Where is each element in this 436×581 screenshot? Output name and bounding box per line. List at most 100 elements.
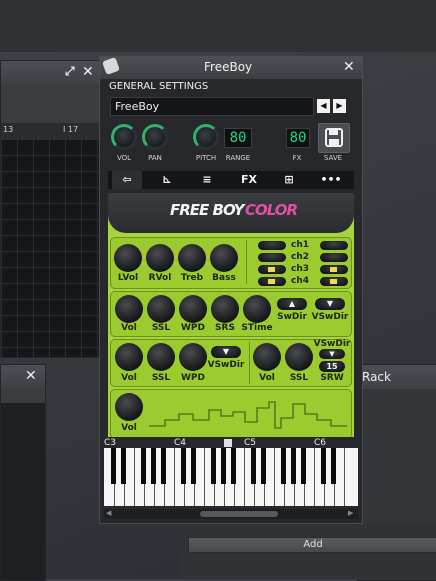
freeboy-titlebar[interactable]: FreeBoy ✕ xyxy=(100,57,362,79)
bass-knob[interactable] xyxy=(210,244,238,272)
sq2-vol-knob[interactable] xyxy=(115,343,143,371)
black-key[interactable] xyxy=(211,448,216,484)
channel-divider xyxy=(246,240,247,284)
black-key[interactable] xyxy=(111,448,116,484)
black-key[interactable] xyxy=(161,448,166,484)
black-key[interactable] xyxy=(121,448,126,484)
white-key-divider xyxy=(134,448,135,506)
black-key[interactable] xyxy=(251,448,256,484)
scrollbar-thumb[interactable] xyxy=(200,511,278,517)
ch4-right-toggle[interactable] xyxy=(320,277,348,286)
close-icon[interactable]: ✕ xyxy=(25,368,37,384)
black-key[interactable] xyxy=(191,448,196,484)
srw-label: SRW xyxy=(320,373,344,383)
sq2-vswdir-label: VSwDir xyxy=(207,360,245,370)
sq2-vswdir-toggle[interactable]: ▼ xyxy=(211,346,241,358)
black-key[interactable] xyxy=(221,448,226,484)
vol-knob[interactable] xyxy=(111,124,137,150)
black-key[interactable] xyxy=(331,448,336,484)
fx-label: FX xyxy=(292,154,302,162)
vswdir-label: VSwDir xyxy=(311,312,349,322)
ch3-left-toggle[interactable] xyxy=(258,265,286,274)
sq1-stime-knob[interactable] xyxy=(243,295,271,323)
black-key[interactable] xyxy=(141,448,146,484)
sq1-vol-knob[interactable] xyxy=(115,295,143,323)
sq2-wpd-label: WPD xyxy=(181,373,205,383)
tab-filter[interactable]: ⊾ xyxy=(152,171,182,189)
save-button[interactable] xyxy=(318,123,350,153)
ruler-mark-17: I 17 xyxy=(63,125,79,134)
prev-preset-button[interactable]: ◀ xyxy=(317,99,330,113)
sq1-ssl-knob[interactable] xyxy=(147,295,175,323)
black-key[interactable] xyxy=(291,448,296,484)
noise-vol-knob[interactable] xyxy=(115,393,143,421)
note-c5: C5 xyxy=(244,438,257,448)
tab-misc[interactable]: ••• xyxy=(316,171,346,189)
sq1-vol-label: Vol xyxy=(121,323,137,333)
base-note-marker[interactable] xyxy=(224,439,232,447)
ch2-left-toggle[interactable] xyxy=(258,253,286,262)
lvol-knob[interactable] xyxy=(114,244,142,272)
lower-left-titlebar[interactable] xyxy=(1,365,45,389)
maximize-icon[interactable]: ⤢ xyxy=(65,64,75,79)
pitch-knob[interactable] xyxy=(193,124,219,150)
wave-graph[interactable] xyxy=(149,392,347,434)
preset-field[interactable]: FreeBoy xyxy=(110,97,314,116)
song-editor-window[interactable]: ⤢ ✕ 13 I 17 xyxy=(0,60,101,358)
black-key[interactable] xyxy=(181,448,186,484)
black-key[interactable] xyxy=(321,448,326,484)
tab-envelope[interactable]: ⇦ xyxy=(112,171,142,189)
scroll-right-icon[interactable]: ▶ xyxy=(348,509,353,517)
sq2-ssl-knob[interactable] xyxy=(147,343,175,371)
tab-arpeggio[interactable]: ≡ xyxy=(192,171,222,189)
ch3-right-toggle[interactable] xyxy=(320,265,348,274)
ch2-right-toggle[interactable] xyxy=(320,253,348,262)
lower-left-window[interactable]: ✕ xyxy=(0,364,46,581)
piano-keyboard[interactable] xyxy=(104,448,358,506)
song-grid[interactable] xyxy=(1,139,100,357)
srw-display[interactable]: 15 xyxy=(319,361,345,372)
horizontal-scrollbar[interactable]: ◀ ▶ xyxy=(104,509,358,519)
tab-midi[interactable]: ⊞ xyxy=(274,171,304,189)
add-button[interactable]: Add xyxy=(188,537,436,553)
black-key[interactable] xyxy=(281,448,286,484)
black-key[interactable] xyxy=(151,448,156,484)
tab-bar: ⇦ ⊾ ≡ FX ⊞ ••• xyxy=(108,171,354,189)
pan-knob[interactable] xyxy=(142,124,168,150)
range-display[interactable]: 80 xyxy=(224,128,252,148)
sq2-wpd-knob[interactable] xyxy=(179,343,207,371)
next-preset-button[interactable]: ▶ xyxy=(333,99,346,113)
ch1-left-toggle[interactable] xyxy=(258,241,286,250)
pan-label: PAN xyxy=(148,154,162,162)
wave-ssl-knob[interactable] xyxy=(285,343,313,371)
pitch-label: PITCH xyxy=(195,154,217,162)
ruler-mark-13: 13 xyxy=(3,125,14,134)
sq1-srs-knob[interactable] xyxy=(211,295,239,323)
black-key[interactable] xyxy=(231,448,236,484)
vswdir-toggle[interactable]: ▼ xyxy=(315,298,345,310)
rvol-knob[interactable] xyxy=(146,244,174,272)
close-icon[interactable]: ✕ xyxy=(82,64,94,80)
black-key[interactable] xyxy=(261,448,266,484)
scroll-left-icon[interactable]: ◀ xyxy=(106,509,111,517)
sq1-wpd-knob[interactable] xyxy=(179,295,207,323)
black-key[interactable] xyxy=(301,448,306,484)
wave-vol-knob[interactable] xyxy=(253,343,281,371)
waveform-box: Vol xyxy=(110,389,352,439)
tab-fx[interactable]: FX xyxy=(234,171,264,189)
square2-wave-box: Vol SSL WPD ▼ VSwDir Vol SSL VSwDir ▼ 15… xyxy=(110,339,352,387)
save-label: SAVE xyxy=(323,154,343,162)
timeline-ruler[interactable]: 13 I 17 xyxy=(1,123,100,139)
ch4-left-toggle[interactable] xyxy=(258,277,286,286)
freeboy-window[interactable]: FreeBoy ✕ GENERAL SETTINGS FreeBoy ◀ ▶ V… xyxy=(99,56,363,524)
fx-display[interactable]: 80 xyxy=(286,128,310,148)
note-c6: C6 xyxy=(314,438,327,448)
rvol-label: RVol xyxy=(148,273,172,283)
close-icon[interactable]: ✕ xyxy=(343,59,355,75)
ch3-label: ch3 xyxy=(291,264,310,274)
swdir-toggle[interactable]: ▲ xyxy=(277,298,307,310)
bass-label: Bass xyxy=(212,273,236,283)
treb-knob[interactable] xyxy=(178,244,206,272)
ch1-right-toggle[interactable] xyxy=(320,241,348,250)
noise-vswdir-toggle[interactable]: ▼ xyxy=(319,349,345,359)
